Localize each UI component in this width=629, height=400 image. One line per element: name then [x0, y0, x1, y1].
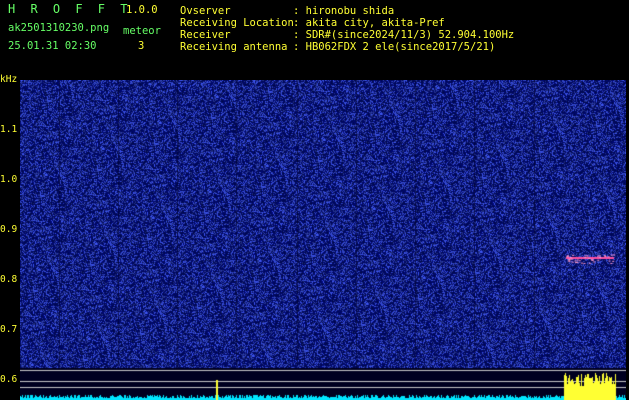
info-key-antenna: Receiving antenna: [180, 41, 288, 53]
y-tick: 1.0: [0, 174, 18, 185]
spectrogram-canvas: [20, 80, 626, 400]
info-key-location: Receiving Location: [180, 17, 294, 29]
y-tick: 1.1: [0, 124, 18, 135]
meteor-count: 3: [138, 40, 145, 52]
info-key-observer: Ovserver: [180, 5, 231, 17]
app-name: H R O F F T: [8, 2, 132, 16]
info-value-antenna: : HB062FDX 2 ele(since2017/5/21): [293, 41, 496, 53]
y-tick: 0.9: [0, 224, 18, 235]
y-axis-unit: kHz: [0, 74, 18, 85]
meteor-label: meteor: [123, 25, 161, 37]
info-value-location: : akita city, akita-Pref: [293, 17, 445, 29]
file-name: ak2501310230.png: [8, 22, 110, 34]
info-value-receiver: : SDR#(since2024/11/3) 52.904.100Hz: [293, 29, 515, 41]
info-key-receiver: Receiver: [180, 29, 231, 41]
y-tick: 0.7: [0, 324, 18, 335]
file-datetime: 25.01.31 02:30: [8, 40, 97, 52]
info-value-observer: : hironobu shida: [293, 5, 395, 17]
y-tick: 0.8: [0, 274, 18, 285]
y-tick: 0.6: [0, 374, 18, 385]
app-version: 1.0.0: [126, 4, 158, 16]
